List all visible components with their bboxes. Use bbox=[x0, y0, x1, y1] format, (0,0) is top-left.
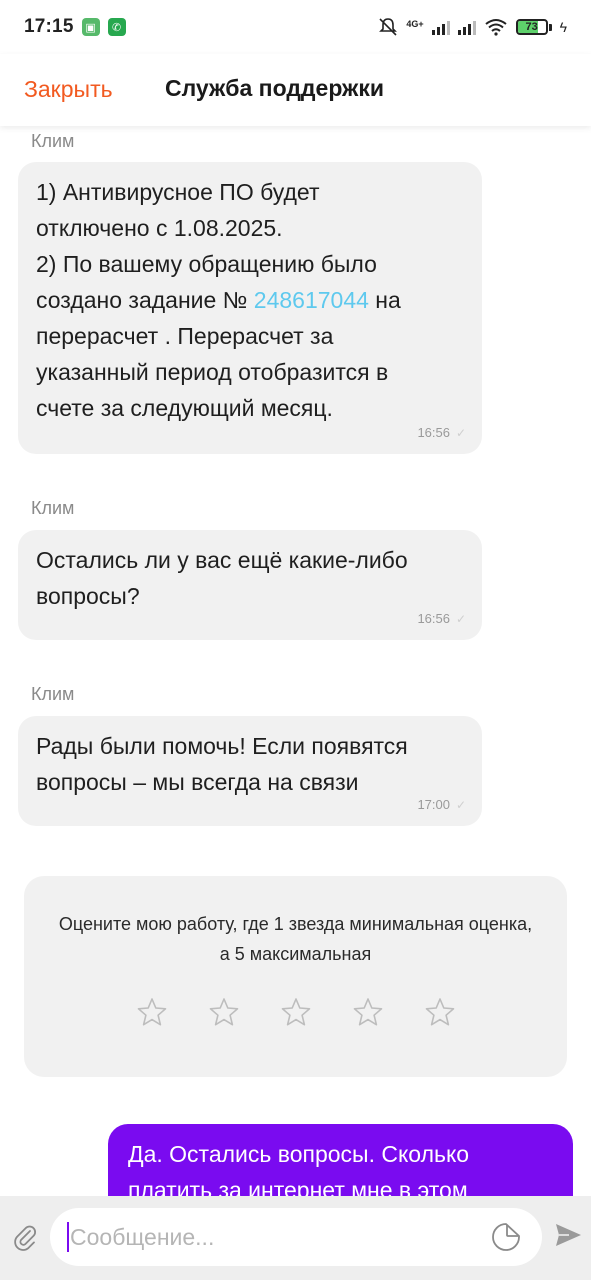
message-field[interactable] bbox=[50, 1208, 542, 1266]
message-text: Остались ли у вас ещё какие-либо вопросы… bbox=[36, 547, 408, 609]
app-header: Закрыть Служба поддержки bbox=[0, 54, 591, 126]
charging-icon: ϟ bbox=[559, 19, 567, 35]
sticker-icon[interactable] bbox=[490, 1221, 522, 1253]
outgoing-message-text: Да. Остались вопросы. Сколько платить за… bbox=[128, 1141, 470, 1196]
signal2-icon bbox=[457, 19, 476, 35]
network-label: 4G+ bbox=[406, 19, 424, 29]
star-1-icon[interactable] bbox=[136, 996, 168, 1028]
status-bar: 17:15 ▣ ✆ 4G+ 73 ϟ bbox=[0, 0, 591, 54]
message-text: Рады были помочь! Если появятся вопросы … bbox=[36, 733, 408, 795]
outgoing-message-bubble: Да. Остались вопросы. Сколько платить за… bbox=[108, 1124, 573, 1196]
message-bubble: Остались ли у вас ещё какие-либо вопросы… bbox=[18, 530, 482, 640]
star-4-icon[interactable] bbox=[352, 996, 384, 1028]
message-time: 16:56 bbox=[417, 611, 450, 626]
message-sender: Клим bbox=[31, 498, 75, 518]
message-time: 17:00 bbox=[417, 797, 450, 812]
message-text: 1) Антивирусное ПО будет отключено с 1.0… bbox=[36, 179, 401, 421]
message-sender: Клим bbox=[31, 131, 75, 151]
close-button[interactable]: Закрыть bbox=[24, 76, 113, 103]
android-app-icon: ▣ bbox=[81, 18, 100, 36]
battery-level: 73 bbox=[525, 21, 538, 33]
message-time: 16:56 bbox=[417, 425, 450, 440]
text-caret bbox=[67, 1222, 69, 1252]
signal-icon bbox=[431, 19, 450, 35]
star-2-icon[interactable] bbox=[208, 996, 240, 1028]
star-5-icon[interactable] bbox=[424, 996, 456, 1028]
message-bubble: 1) Антивирусное ПО будет отключено с 1.0… bbox=[18, 162, 482, 454]
message-composer bbox=[0, 1196, 591, 1280]
rating-stars bbox=[24, 996, 567, 1028]
check-icon: ✓ bbox=[455, 612, 466, 626]
mute-icon bbox=[379, 18, 398, 36]
chat-area[interactable]: Клим 1) Антивирусное ПО будет отключено … bbox=[0, 126, 591, 1196]
message-input[interactable] bbox=[70, 1208, 470, 1266]
page-title: Служба поддержки bbox=[165, 75, 385, 101]
task-number-link[interactable]: 248617044 bbox=[254, 287, 369, 313]
check-icon: ✓ bbox=[455, 798, 466, 812]
check-icon: ✓ bbox=[455, 426, 466, 440]
wifi-icon bbox=[484, 19, 507, 36]
message-bubble: Рады были помочь! Если появятся вопросы … bbox=[18, 716, 482, 826]
phone-app-icon: ✆ bbox=[107, 18, 126, 36]
send-icon[interactable] bbox=[553, 1220, 583, 1250]
paperclip-icon[interactable] bbox=[10, 1222, 40, 1252]
rating-card: Оцените мою работу, где 1 звезда минимал… bbox=[24, 876, 567, 1077]
battery-icon: 73 bbox=[515, 19, 552, 35]
status-time: 17:15 bbox=[24, 16, 74, 37]
rating-prompt: Оцените мою работу, где 1 звезда минимал… bbox=[58, 914, 533, 964]
message-sender: Клим bbox=[31, 684, 75, 704]
star-3-icon[interactable] bbox=[280, 996, 312, 1028]
